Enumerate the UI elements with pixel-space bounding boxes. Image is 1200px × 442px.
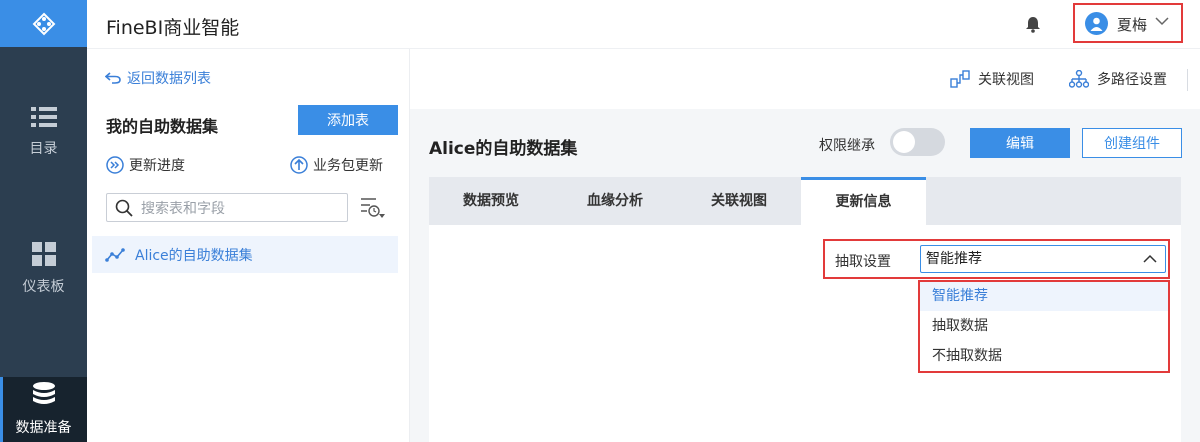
- extract-settings-label: 抽取设置: [835, 254, 891, 270]
- permission-inherit-toggle[interactable]: [890, 128, 945, 156]
- toggle-knob: [893, 131, 915, 153]
- tab-update-info[interactable]: 更新信息: [801, 177, 926, 225]
- create-component-button[interactable]: 创建组件: [1082, 128, 1182, 158]
- edit-button[interactable]: 编辑: [970, 128, 1070, 158]
- active-indicator: [0, 377, 3, 442]
- sidebar-item-catalog[interactable]: 目录: [0, 106, 87, 158]
- dataset-name: Alice的自助数据集: [135, 247, 253, 264]
- database-icon: [32, 382, 55, 404]
- relation-view-icon: [950, 70, 970, 88]
- multipath-settings-label: 多路径设置: [1097, 72, 1167, 88]
- bell-icon[interactable]: [1025, 16, 1041, 33]
- main-area: 关联视图 多路径设置 Alice的自助数据集 权限继承 编辑 创建组件 数据预览…: [410, 49, 1200, 442]
- undo-arrow-icon: [105, 72, 121, 84]
- multipath-settings-button[interactable]: 多路径设置: [1069, 69, 1167, 89]
- search-input[interactable]: 搜索表和字段: [106, 193, 348, 222]
- app-title: FineBI商业智能: [106, 17, 240, 39]
- user-menu[interactable]: 夏梅: [1073, 3, 1183, 43]
- main-toolbar: 关联视图 多路径设置: [410, 49, 1200, 109]
- list-item[interactable]: Alice的自助数据集: [92, 236, 398, 273]
- relation-view-label: 关联视图: [978, 72, 1034, 88]
- sidebar-item-label: 仪表板: [22, 279, 65, 295]
- chevron-down-icon: [1155, 17, 1169, 26]
- extract-settings-row: 抽取设置 智能推荐: [823, 239, 1170, 279]
- permission-inherit-label: 权限继承: [819, 138, 875, 154]
- package-update-label: 业务包更新: [313, 158, 383, 174]
- update-info-content: 抽取设置 智能推荐 智能推荐 抽取数据 不抽取数据: [429, 225, 1181, 442]
- logo-icon: [32, 12, 55, 35]
- sidebar-item-data-prep[interactable]: 数据准备: [0, 377, 87, 442]
- upload-icon: [290, 156, 308, 174]
- dropdown-option[interactable]: 抽取数据: [920, 312, 1168, 341]
- list-icon: [30, 107, 57, 127]
- avatar: [1085, 12, 1108, 35]
- back-to-list-link[interactable]: 返回数据列表: [105, 68, 211, 88]
- chevron-up-icon: [1143, 254, 1157, 263]
- package-update-link[interactable]: 业务包更新: [290, 155, 383, 175]
- tab-bar: 数据预览 血缘分析 关联视图 更新信息: [429, 177, 1181, 225]
- tab-lineage-analysis[interactable]: 血缘分析: [553, 177, 677, 225]
- search-placeholder: 搜索表和字段: [141, 200, 225, 217]
- dataset-trend-icon: [105, 247, 125, 262]
- sidebar-item-label: 目录: [29, 141, 58, 157]
- user-name: 夏梅: [1117, 16, 1148, 34]
- dataset-title: Alice的自助数据集: [429, 139, 578, 159]
- filter-sort-icon[interactable]: [360, 197, 386, 219]
- sidebar-item-label: 数据准备: [15, 420, 72, 436]
- dropdown-option[interactable]: 不抽取数据: [920, 342, 1168, 371]
- dashboard-icon: [31, 242, 56, 266]
- progress-icon: [106, 156, 124, 174]
- back-label: 返回数据列表: [127, 71, 211, 87]
- extract-mode-dropdown: 智能推荐 抽取数据 不抽取数据: [918, 280, 1170, 373]
- select-value: 智能推荐: [926, 251, 982, 267]
- search-icon: [115, 199, 133, 217]
- relation-view-button[interactable]: 关联视图: [950, 69, 1034, 89]
- add-table-button[interactable]: 添加表: [298, 105, 398, 135]
- top-header: FineBI商业智能 夏梅: [87, 0, 1200, 49]
- panel-title: 我的自助数据集: [106, 117, 219, 136]
- sidebar-item-dashboard[interactable]: 仪表板: [0, 242, 87, 296]
- progress-label: 更新进度: [129, 158, 185, 174]
- toolbar-divider: [1187, 69, 1188, 91]
- user-icon: [1090, 17, 1103, 31]
- left-sidebar: 目录 仪表板 数据准备: [0, 0, 87, 442]
- dataset-panel: 返回数据列表 我的自助数据集 添加表 更新进度 业务包更新 搜索表和字段 Ali…: [87, 49, 436, 442]
- tab-relation-view[interactable]: 关联视图: [677, 177, 801, 225]
- extract-mode-select[interactable]: 智能推荐: [920, 245, 1166, 273]
- hierarchy-icon: [1069, 70, 1089, 88]
- update-progress-link[interactable]: 更新进度: [106, 155, 185, 175]
- tab-data-preview[interactable]: 数据预览: [429, 177, 553, 225]
- dropdown-option[interactable]: 智能推荐: [920, 282, 1168, 311]
- app-logo[interactable]: [0, 0, 87, 47]
